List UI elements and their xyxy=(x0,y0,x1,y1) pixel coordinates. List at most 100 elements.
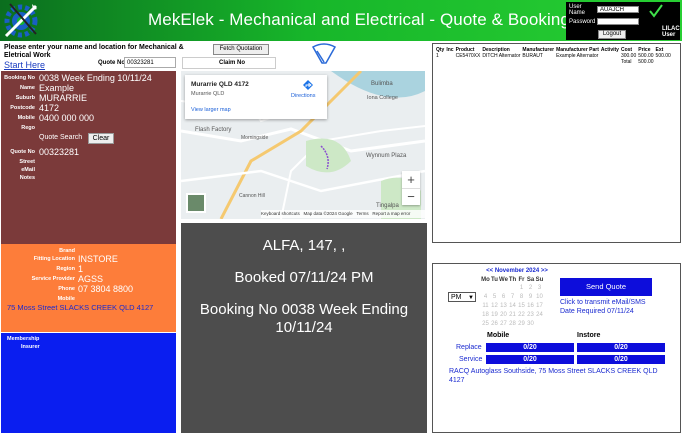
calendar-day[interactable]: 16 xyxy=(526,301,535,310)
fitting-location-value[interactable]: INSTORE xyxy=(78,254,118,264)
fitting-location-row[interactable]: Fitting Location INSTORE xyxy=(1,254,176,264)
keyboard-shortcuts-link[interactable]: Keyboard shortcuts xyxy=(261,211,300,216)
service-instore-slots[interactable]: 0/20 xyxy=(577,355,665,364)
table-cell xyxy=(521,59,555,65)
calendar-day[interactable]: 26 xyxy=(490,319,499,328)
map-place: Wynnum Plaza xyxy=(366,153,407,159)
windscreen-wiper-icon[interactable] xyxy=(311,43,337,65)
password-input[interactable] xyxy=(597,18,639,25)
calendar-day[interactable]: 30 xyxy=(526,319,535,328)
calendar-day[interactable]: 10 xyxy=(535,292,544,301)
calendar-day[interactable]: 6 xyxy=(499,292,508,301)
map-card-title: Murarrie QLD 4172 xyxy=(191,81,249,88)
name-row[interactable]: Name Example xyxy=(1,83,176,93)
calendar-day[interactable]: 29 xyxy=(517,319,526,328)
quote-no-input[interactable]: 00323281 xyxy=(124,57,176,68)
next-month-button[interactable]: >> xyxy=(541,268,548,274)
calendar-day[interactable]: 7 xyxy=(508,292,517,301)
replace-instore-slots[interactable]: 0/20 xyxy=(577,343,665,352)
suburb-field[interactable]: MURARRIE xyxy=(39,93,87,103)
calendar-day xyxy=(535,319,544,328)
directions-link[interactable]: Directions xyxy=(291,93,315,99)
user-role: LILAC User xyxy=(662,26,680,38)
calendar-day[interactable]: 28 xyxy=(508,319,517,328)
calendar-day[interactable]: 12 xyxy=(490,301,499,310)
replace-mobile-slots[interactable]: 0/20 xyxy=(486,343,574,352)
calendar-day[interactable]: 11 xyxy=(481,301,490,310)
calendar-day[interactable]: 18 xyxy=(481,310,490,319)
mobile-field[interactable]: 0400 000 000 xyxy=(39,113,94,123)
calendar-week: 18 19 20 21 22 23 24 xyxy=(481,310,544,319)
report-map-error-link[interactable]: Report a map error xyxy=(372,211,410,216)
calendar-day[interactable]: 13 xyxy=(499,301,508,310)
calendar-day[interactable]: 27 xyxy=(499,319,508,328)
logout-button[interactable]: Logout xyxy=(598,30,626,39)
name-field[interactable]: Example xyxy=(39,83,74,93)
calendar-day[interactable]: 1 xyxy=(517,283,526,292)
region-value[interactable]: 1 xyxy=(78,264,83,274)
calendar-day[interactable]: 3 xyxy=(535,283,544,292)
prev-month-button[interactable]: << xyxy=(486,268,493,274)
calendar-day[interactable]: 22 xyxy=(517,310,526,319)
provider-address: 75 Moss Street SLACKS CREEK QLD 4127 xyxy=(7,303,154,312)
send-quote-button[interactable]: Send Quote xyxy=(560,278,652,296)
calendar-week: 11 12 13 14 15 16 17 xyxy=(481,301,544,310)
suburb-label: Suburb xyxy=(15,95,35,101)
zoom-out-button[interactable]: − xyxy=(402,188,420,206)
calendar-day[interactable]: 2 xyxy=(526,283,535,292)
fitting-location-label: Fitting Location xyxy=(33,256,75,262)
calendar-day xyxy=(508,283,517,292)
calendar-day-header: Th xyxy=(508,277,517,283)
calendar-day[interactable]: 19 xyxy=(490,310,499,319)
service-mobile-slots[interactable]: 0/20 xyxy=(486,355,574,364)
total-row: Total 500.00 xyxy=(435,59,672,65)
postcode-field[interactable]: 4172 xyxy=(39,103,59,113)
booking-label: Booking No xyxy=(4,75,35,81)
calendar-day[interactable]: 25 xyxy=(481,319,490,328)
map-place: Cannon Hill xyxy=(239,193,265,199)
notes-row[interactable]: Notes xyxy=(1,173,176,183)
user-name-label: User Name xyxy=(569,4,586,16)
vehicle-line: ALFA, 147, , xyxy=(262,237,346,254)
view-larger-map-link[interactable]: View larger map xyxy=(191,107,231,113)
table-cell: Total xyxy=(620,59,632,65)
ampm-select[interactable]: PM ▼ xyxy=(448,292,476,302)
postcode-row[interactable]: Postcode 4172 xyxy=(1,103,176,113)
directions-icon[interactable] xyxy=(302,79,314,91)
quote-no-row[interactable]: Quote No 00323281 xyxy=(1,147,176,157)
calendar-day-header: Su xyxy=(535,277,544,283)
service-provider-value[interactable]: AGSS xyxy=(78,274,103,284)
fetch-quotation-button[interactable]: Fetch Quotation xyxy=(213,44,269,55)
calendar-day[interactable]: 15 xyxy=(517,301,526,310)
calendar-day[interactable]: 23 xyxy=(526,310,535,319)
start-here-link[interactable]: Start Here xyxy=(4,60,45,70)
zoom-in-button[interactable]: + xyxy=(402,171,420,188)
terms-link[interactable]: Terms xyxy=(356,211,368,216)
calendar-day[interactable]: 20 xyxy=(499,310,508,319)
calendar-day[interactable]: 5 xyxy=(490,292,499,301)
quote-table: Qty Inc Product Description Manufacturer Manu… xyxy=(435,47,672,65)
calendar-day[interactable]: 24 xyxy=(535,310,544,319)
calendar-week: 123 xyxy=(481,283,544,292)
service-provider-row[interactable]: Service Provider AGSS xyxy=(1,274,176,284)
user-name-input[interactable] xyxy=(597,6,639,13)
total-value: 500.00 xyxy=(638,59,654,65)
calendar-day[interactable]: 4 xyxy=(481,292,490,301)
calendar-day[interactable]: 8 xyxy=(517,292,526,301)
calendar-day[interactable]: 17 xyxy=(535,301,544,310)
suburb-row[interactable]: Suburb MURARRIE xyxy=(1,93,176,103)
rego-row[interactable]: Rego xyxy=(1,123,176,133)
satellite-toggle-thumbnail[interactable] xyxy=(186,193,206,213)
clear-button[interactable]: Clear xyxy=(88,133,114,144)
membership-label: Membership xyxy=(7,336,40,342)
quote-lines-table: Qty Inc Product Description Manufacturer Manu… xyxy=(432,43,681,243)
region-row[interactable]: Region 1 xyxy=(1,264,176,274)
service-provider-label: Service Provider xyxy=(31,276,75,282)
mobile-row[interactable]: Mobile 0400 000 000 xyxy=(1,113,176,123)
calendar-day[interactable]: 21 xyxy=(508,310,517,319)
calendar-day[interactable]: 9 xyxy=(526,292,535,301)
calendar-day[interactable]: 14 xyxy=(508,301,517,310)
customer-quote-no-field[interactable]: 00323281 xyxy=(39,147,79,157)
membership-panel: Membership Insurer xyxy=(1,333,176,433)
booking-calendar-panel: << November 2024 >> Mo Tu We Th Fr Sa Su 1 2 3 4 5 6… xyxy=(432,263,681,433)
